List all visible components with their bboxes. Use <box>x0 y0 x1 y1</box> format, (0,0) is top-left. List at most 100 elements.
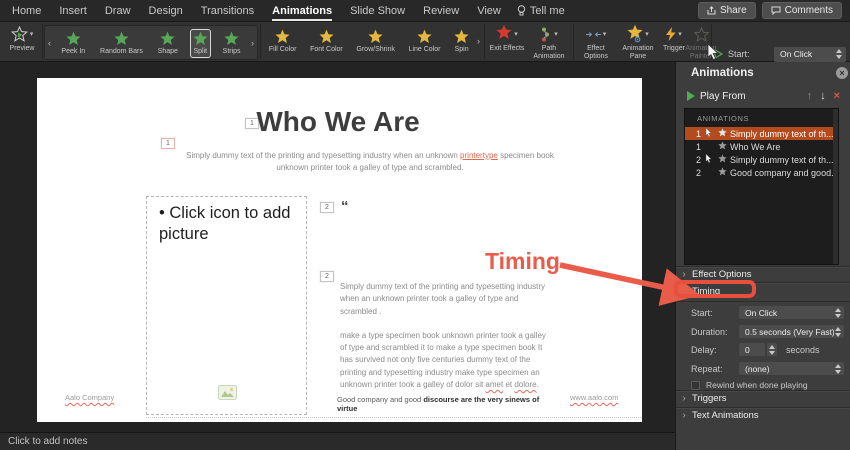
animation-target-text: Who We Are <box>730 141 781 152</box>
repeat-dropdown[interactable]: (none) <box>739 362 844 375</box>
subtitle-text: Simply dummy text of the printing and ty… <box>186 151 461 160</box>
share-button[interactable]: Share <box>697 2 756 19</box>
animation-list-item[interactable]: 2 Good company and good... <box>685 166 838 179</box>
animation-order-badge[interactable]: 2 <box>320 271 334 282</box>
slide-quote-text[interactable]: Good company and good discourse are the … <box>337 395 552 413</box>
repeat-stepper[interactable] <box>834 363 842 374</box>
company-link[interactable]: Aalo Company <box>65 393 114 402</box>
start-stepper[interactable] <box>834 307 842 318</box>
emphasis-next-icon[interactable]: › <box>477 36 480 46</box>
close-icon[interactable]: × <box>836 67 848 79</box>
effect-spin[interactable]: Spin <box>451 27 472 56</box>
animation-list-item[interactable]: 1 Who We Are <box>685 140 838 153</box>
animation-list-item[interactable]: 2 Simply dummy text of th... <box>685 153 838 166</box>
list-scrollbar[interactable] <box>833 109 838 264</box>
start-dropdown[interactable]: On Click <box>739 306 844 319</box>
click-trigger-icon-slot <box>703 127 714 140</box>
body-text-run: et <box>503 380 515 390</box>
ribbon-start-label: Start: <box>728 49 750 59</box>
delete-animation-icon[interactable]: × <box>834 90 840 102</box>
star-icon <box>319 29 334 43</box>
effect-peek-in[interactable]: Peek In <box>58 29 88 58</box>
effect-options-section[interactable]: › Effect Options <box>676 266 850 282</box>
move-down-icon[interactable]: ↓ <box>820 90 826 102</box>
slide-body-text[interactable]: Simply dummy text of the printing and ty… <box>340 281 554 391</box>
click-trigger-icon <box>705 153 712 163</box>
menu-tab-transitions[interactable]: Transitions <box>201 0 254 22</box>
effect-grow-shrink[interactable]: Grow/Shrink <box>353 27 398 56</box>
effect-font-color[interactable]: Font Color <box>307 27 346 56</box>
website-link[interactable]: www.aalo.com <box>570 393 618 402</box>
slide-subtitle[interactable]: Simply dummy text of the printing and ty… <box>170 150 570 174</box>
play-icon[interactable] <box>687 91 695 101</box>
effect-options-button[interactable]: ▾ Effect Options <box>576 25 616 61</box>
click-trigger-icon <box>705 127 712 137</box>
gallery-next-icon[interactable]: › <box>248 38 257 48</box>
menu-tab-animations[interactable]: Animations <box>272 0 332 22</box>
delay-input[interactable]: 0 <box>739 343 765 356</box>
comments-button[interactable]: Comments <box>761 2 842 19</box>
timing-section-label: Timing <box>692 286 721 297</box>
animations-ribbon: ▾ Preview ‹ Peek In Random Bars Shape Split… <box>0 22 850 81</box>
move-up-icon[interactable]: ↑ <box>807 90 813 102</box>
chevron-down-icon: ▾ <box>514 31 518 38</box>
insert-picture-icon[interactable] <box>218 385 237 400</box>
spellcheck-word: amet <box>485 380 504 390</box>
star-icon <box>496 24 512 39</box>
slide-title[interactable]: Who We Are <box>218 106 458 138</box>
animation-pane-label: Animation Pane <box>622 45 654 61</box>
gallery-prev-icon[interactable]: ‹ <box>45 38 54 48</box>
body-paragraph-1: Simply dummy text of the printing and ty… <box>340 282 545 316</box>
animation-list-item[interactable]: 1 Simply dummy text of th... <box>685 127 838 140</box>
effect-random-bars[interactable]: Random Bars <box>97 29 146 58</box>
start-stepper[interactable] <box>835 49 843 59</box>
animation-order: 2 <box>695 167 701 178</box>
share-icon <box>707 6 716 15</box>
exit-effects-button[interactable]: ▾ Exit Effects <box>487 24 527 53</box>
play-from-button[interactable]: Play From <box>700 91 807 102</box>
slide-canvas[interactable]: 1 1 Who We Are Simply dummy text of the … <box>37 78 642 422</box>
path-animation-button[interactable]: ▾ Path Animation <box>527 25 571 61</box>
triggers-section[interactable]: › Triggers <box>676 390 850 406</box>
chevron-down-icon: ▾ <box>29 31 34 38</box>
menu-tab-review[interactable]: Review <box>423 0 459 22</box>
rewind-label: Rewind when done playing <box>706 380 808 390</box>
effect-label: Line Color <box>408 46 441 53</box>
menu-bar: Home Insert Draw Design Transitions Animation… <box>0 0 850 22</box>
menu-tab-home[interactable]: Home <box>12 0 41 22</box>
rewind-checkbox[interactable] <box>691 380 700 390</box>
menu-tab-slide-show[interactable]: Slide Show <box>350 0 405 22</box>
picture-placeholder[interactable]: • Click icon to add picture <box>146 196 307 415</box>
path-animation-label: Path Animation <box>533 45 565 61</box>
animation-pane-button[interactable]: ▾ Animation Pane <box>617 24 659 61</box>
body-paragraph-2: make a type specimen book unknown printe… <box>340 330 554 391</box>
trigger-label: Trigger <box>663 45 685 52</box>
menu-tab-insert[interactable]: Insert <box>59 0 87 22</box>
chevron-right-icon: › <box>682 410 686 421</box>
effect-fill-color[interactable]: Fill Color <box>266 27 300 56</box>
duration-dropdown[interactable]: 0.5 seconds (Very Fast) <box>739 325 844 338</box>
notes-bar[interactable]: Click to add notes <box>0 432 675 450</box>
menu-tab-view[interactable]: View <box>477 0 501 22</box>
menu-tab-design[interactable]: Design <box>149 0 183 22</box>
effect-label: Split <box>193 47 208 55</box>
menu-tab-draw[interactable]: Draw <box>105 0 131 22</box>
tell-me-button[interactable]: Tell me <box>517 5 565 17</box>
effect-line-color[interactable]: Line Color <box>406 27 444 56</box>
animation-order-badge[interactable]: 2 <box>320 202 334 213</box>
animation-list-header: ANIMATIONS <box>697 114 750 123</box>
duration-stepper[interactable] <box>834 326 842 337</box>
ribbon-start-dropdown[interactable]: On Click <box>774 46 846 62</box>
star-icon <box>454 29 469 43</box>
effect-strips[interactable]: Strips <box>220 29 244 58</box>
delay-stepper[interactable] <box>766 343 777 356</box>
animations-pane: Animations × Play From ↑ ↓ × ANIMATIONS … <box>675 62 850 450</box>
animation-order-badge[interactable]: 1 <box>161 138 175 149</box>
effect-split[interactable]: Split <box>189 28 211 59</box>
effect-shape[interactable]: Shape <box>155 29 181 58</box>
text-animations-section[interactable]: › Text Animations <box>676 407 850 423</box>
notes-placeholder: Click to add notes <box>8 436 88 447</box>
subtitle-link[interactable]: printertype <box>460 151 498 160</box>
timing-section[interactable]: › Timing <box>676 282 850 300</box>
preview-button[interactable]: ▾ Preview <box>2 25 42 53</box>
